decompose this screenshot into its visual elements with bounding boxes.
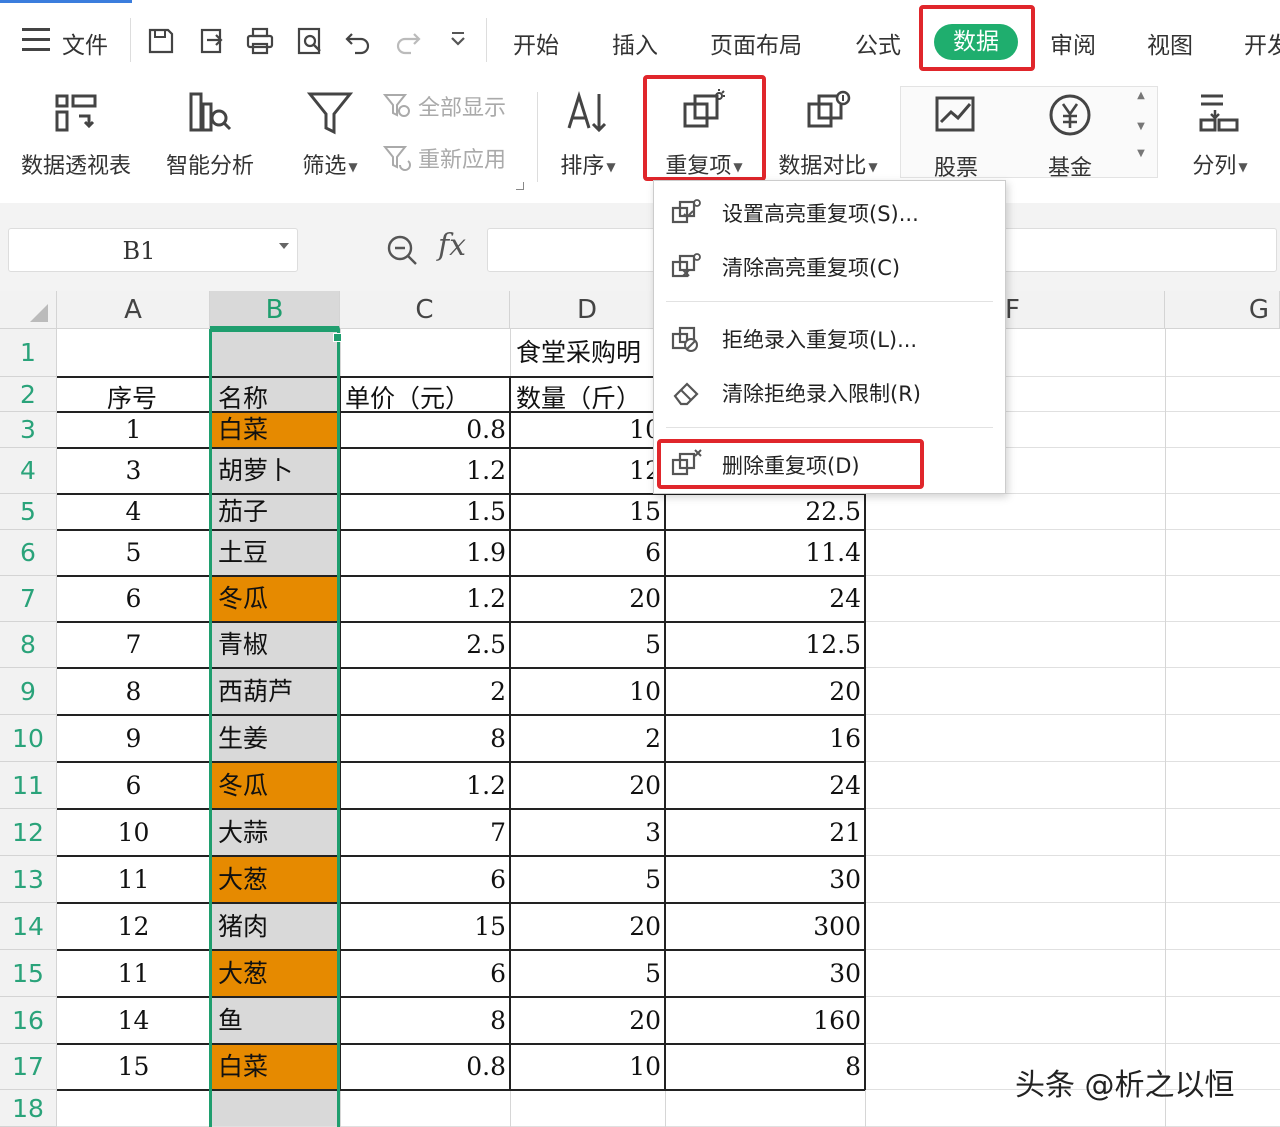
stock-chart-icon <box>928 88 984 142</box>
ribbon: 数据透视表 智能分析 筛选 ▼ 全部显示 重新应用 排序 ▼ 重复项 ▼ 数据对… <box>0 75 1280 203</box>
reapply-button[interactable]: 重新应用 <box>382 142 506 174</box>
tab-page-layout[interactable]: 页面布局 <box>710 26 802 60</box>
data-compare-label: 数据对比 <box>778 154 867 179</box>
data-compare-button[interactable]: 数据对比 ▼ <box>770 86 886 180</box>
smart-analysis-label: 智能分析 <box>165 154 254 179</box>
chevron-down-icon[interactable] <box>279 243 289 249</box>
stock-button[interactable]: 股票 <box>916 88 996 182</box>
chevron-down-icon[interactable] <box>442 24 474 58</box>
select-all-corner[interactable] <box>0 291 57 329</box>
filter-label: 筛选 <box>302 154 347 179</box>
filter-icon <box>302 86 358 140</box>
stock-label: 股票 <box>933 156 978 181</box>
divider <box>537 92 538 182</box>
tab-review[interactable]: 审阅 <box>1050 26 1096 60</box>
sort-button[interactable]: 排序 ▼ <box>548 86 628 180</box>
export-icon[interactable] <box>196 24 228 58</box>
divider <box>130 18 131 62</box>
highlight-box-data-tab <box>919 5 1035 71</box>
redo-icon[interactable] <box>392 24 424 58</box>
column-header-c[interactable]: C <box>340 291 510 329</box>
show-all-button[interactable]: 全部显示 <box>382 90 506 122</box>
tab-view[interactable]: 视图 <box>1147 26 1193 60</box>
split-column-icon <box>1192 86 1248 140</box>
menu-item-clear-reject-limit[interactable]: 清除拒绝录入限制(R) <box>654 367 1005 419</box>
split-column-label: 分列 <box>1192 154 1237 179</box>
eraser-icon <box>668 375 704 411</box>
data-compare-icon <box>800 86 856 140</box>
smart-analysis-icon <box>182 86 238 140</box>
yen-icon <box>1042 88 1098 142</box>
sort-label: 排序 <box>560 154 605 179</box>
save-icon[interactable] <box>145 24 177 58</box>
sort-icon <box>560 86 616 140</box>
menu-item-label: 拒绝录入重复项(L)... <box>722 328 918 352</box>
highlight-duplicates-icon <box>668 195 704 231</box>
split-column-button[interactable]: 分列 ▼ <box>1180 86 1260 180</box>
name-box[interactable]: B1 <box>8 228 298 272</box>
tab-home[interactable]: 开始 <box>513 26 559 60</box>
pivot-table-icon <box>48 86 104 140</box>
scroll-down-icon[interactable]: ▼ <box>1128 121 1154 132</box>
reapply-label: 重新应用 <box>418 148 507 173</box>
column-header-b[interactable]: B <box>210 291 340 329</box>
file-menu[interactable]: 文件 <box>62 26 108 60</box>
pivot-table-label: 数据透视表 <box>20 154 131 179</box>
expand-gallery-icon[interactable]: ▼ <box>1128 148 1154 159</box>
menu-item-clear-highlight-duplicates[interactable]: 清除高亮重复项(C) <box>654 241 1005 293</box>
fx-icon[interactable]: fx <box>438 228 466 263</box>
hamburger-icon[interactable] <box>22 28 50 52</box>
column-header-a[interactable]: A <box>57 291 210 329</box>
show-all-label: 全部显示 <box>418 96 507 121</box>
highlight-box-delete-duplicates <box>657 439 924 489</box>
duplicates-dropdown-menu: 设置高亮重复项(S)... 清除高亮重复项(C) 拒绝录入重复项(L)... 清… <box>653 180 1006 494</box>
undo-icon[interactable] <box>342 24 374 58</box>
menu-item-label: 清除拒绝录入限制(R) <box>722 382 921 406</box>
print-icon[interactable] <box>244 24 276 58</box>
filter-button[interactable]: 筛选 ▼ <box>290 86 370 180</box>
divider <box>486 18 487 62</box>
menu-item-label: 设置高亮重复项(S)... <box>722 202 919 226</box>
zoom-search-icon[interactable] <box>384 232 420 268</box>
tab-insert[interactable]: 插入 <box>612 26 658 60</box>
tab-developer[interactable]: 开发 <box>1244 26 1280 60</box>
highlight-box-duplicates <box>643 75 766 181</box>
pivot-table-button[interactable]: 数据透视表 <box>14 86 138 180</box>
active-indicator <box>0 0 132 3</box>
fund-button[interactable]: 基金 <box>1030 88 1110 182</box>
menu-item-set-highlight-duplicates[interactable]: 设置高亮重复项(S)... <box>654 187 1005 239</box>
menu-item-reject-duplicate-entry[interactable]: 拒绝录入重复项(L)... <box>654 313 1005 365</box>
column-header-d[interactable]: D <box>510 291 665 329</box>
fund-label: 基金 <box>1047 156 1092 181</box>
spreadsheet-grid: A B C D E F G <box>0 291 1280 1127</box>
scroll-up-icon[interactable]: ▲ <box>1128 90 1154 101</box>
tab-formulas[interactable]: 公式 <box>855 26 901 60</box>
menu-divider <box>666 301 993 302</box>
gallery-scroll[interactable]: ▲ ▼ ▼ <box>1128 88 1154 178</box>
reject-entry-icon <box>668 321 704 357</box>
menu-divider <box>666 427 993 428</box>
print-preview-icon[interactable] <box>294 24 326 58</box>
menu-item-label: 清除高亮重复项(C) <box>722 256 901 280</box>
watermark: 头条 @析之以恒 <box>1015 1068 1235 1103</box>
reapply-icon <box>382 146 411 171</box>
menu-bar: 文件 开始 插入 页面布局 公式 数据 审阅 视图 开发 <box>0 0 1280 78</box>
smart-analysis-button[interactable]: 智能分析 <box>160 86 260 180</box>
dialog-launcher-icon[interactable] <box>516 182 524 190</box>
column-header-g[interactable]: G <box>1165 291 1280 329</box>
cell-reference: B1 <box>122 237 156 265</box>
clear-highlight-icon <box>668 249 704 285</box>
show-all-icon <box>382 94 410 117</box>
